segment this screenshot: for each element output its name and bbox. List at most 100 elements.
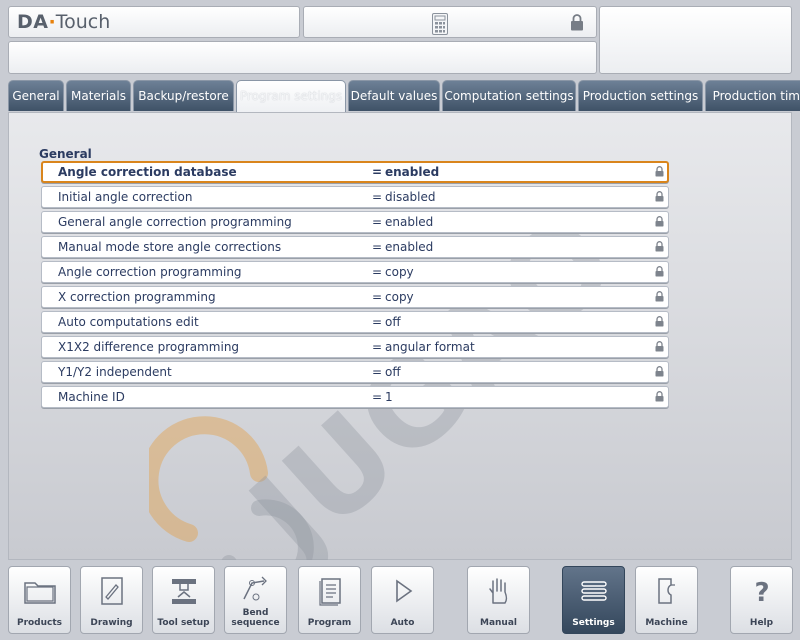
help-button[interactable]: ? Help (730, 566, 793, 634)
setting-equals: = (372, 190, 383, 204)
tab-production-time[interactable]: Production time (705, 80, 800, 111)
logo-touch-text: Touch (55, 11, 111, 33)
products-button[interactable]: Products (8, 566, 71, 634)
setting-row[interactable]: General angle correction programming = ena… (41, 211, 669, 233)
setting-value[interactable]: copy (385, 265, 414, 279)
machine-button[interactable]: Machine (635, 566, 698, 634)
setting-row[interactable]: Angle correction programming = copy (41, 261, 669, 283)
folder-icon (9, 575, 70, 611)
setting-equals: = (372, 240, 383, 254)
message-bar (8, 41, 597, 74)
tab-computation-settings[interactable]: Computation settings (442, 80, 576, 111)
drawing-button[interactable]: Drawing (80, 566, 143, 634)
main-toolbar: Products Drawing Tool setup Bend sequence… (0, 560, 800, 640)
setting-name: Angle correction database (58, 165, 237, 179)
help-label: Help (749, 618, 774, 628)
logo-da-text: DA (17, 11, 49, 33)
setting-value[interactable]: enabled (385, 165, 439, 179)
svg-text:?: ? (754, 578, 769, 607)
setting-equals: = (372, 215, 383, 229)
machine-icon (636, 575, 697, 611)
setting-name: Machine ID (58, 390, 125, 404)
bend-sequence-label: Bend sequence (231, 608, 280, 628)
tool-setup-label: Tool setup (157, 618, 210, 628)
lock-icon[interactable] (570, 14, 584, 35)
lock-icon (655, 191, 664, 205)
setting-value[interactable]: off (385, 315, 401, 329)
program-icon (299, 575, 360, 611)
status-panel (303, 6, 597, 38)
bend-sequence-button[interactable]: Bend sequence (224, 566, 287, 634)
setting-value[interactable]: angular format (385, 340, 475, 354)
play-icon (372, 575, 433, 611)
setting-value[interactable]: disabled (385, 190, 436, 204)
calculator-icon[interactable] (432, 13, 448, 39)
tab-backup-restore[interactable]: Backup/restore (133, 80, 234, 111)
question-icon: ? (731, 575, 792, 611)
program-button[interactable]: Program (298, 566, 361, 634)
settings-list-icon (563, 575, 624, 611)
setting-value[interactable]: enabled (385, 215, 433, 229)
manual-label: Manual (479, 618, 517, 628)
section-title-general: General (39, 147, 92, 161)
program-settings-panel: JUGAO General Angle correction database =… (8, 112, 792, 596)
setting-row[interactable]: Y1/Y2 independent = off (41, 361, 669, 383)
settings-button[interactable]: Settings (562, 566, 625, 634)
lock-icon (655, 216, 664, 230)
setting-name: X correction programming (58, 290, 216, 304)
setting-row[interactable]: Manual mode store angle corrections = enab… (41, 236, 669, 258)
settings-list: Angle correction database = enabled Initial… (41, 161, 669, 411)
tab-default-values[interactable]: Default values (348, 80, 440, 111)
setting-value[interactable]: off (385, 365, 401, 379)
setting-equals: = (372, 290, 383, 304)
lock-icon (655, 366, 664, 380)
info-panel (599, 6, 792, 74)
lock-icon (655, 166, 664, 180)
setting-row[interactable]: Initial angle correction = disabled (41, 186, 669, 208)
setting-equals: = (372, 390, 383, 404)
lock-icon (655, 391, 664, 405)
lock-icon (655, 341, 664, 355)
tab-general[interactable]: General (8, 80, 64, 111)
logo-dot: · (48, 11, 56, 33)
setting-value[interactable]: 1 (385, 390, 393, 404)
settings-tabs: General Materials Backup/restore Program… (8, 80, 800, 112)
manual-button[interactable]: Manual (467, 566, 530, 634)
setting-row[interactable]: Machine ID = 1 (41, 386, 669, 408)
auto-label: Auto (390, 618, 415, 628)
tool-setup-button[interactable]: Tool setup (152, 566, 215, 634)
setting-name: Initial angle correction (58, 190, 193, 204)
setting-name: Auto computations edit (58, 315, 199, 329)
program-label: Program (307, 618, 352, 628)
lock-icon (655, 266, 664, 280)
setting-equals: = (372, 265, 383, 279)
tab-program-settings[interactable]: Program settings (236, 80, 346, 112)
setting-row[interactable]: X correction programming = copy (41, 286, 669, 308)
setting-value[interactable]: copy (385, 290, 414, 304)
machine-label: Machine (645, 618, 688, 628)
drawing-icon (81, 575, 142, 611)
setting-equals: = (372, 315, 383, 329)
lock-icon (655, 241, 664, 255)
setting-name: X1X2 difference programming (58, 340, 240, 354)
auto-button[interactable]: Auto (371, 566, 434, 634)
setting-equals: = (372, 165, 383, 179)
setting-row[interactable]: Angle correction database = enabled (41, 161, 669, 183)
da-touch-logo: DA·Touch (17, 11, 110, 33)
lock-icon (655, 291, 664, 305)
drawing-label: Drawing (90, 618, 133, 628)
setting-name: Manual mode store angle corrections (58, 240, 282, 254)
setting-name: Angle correction programming (58, 265, 242, 279)
bend-sequence-icon (225, 575, 286, 611)
tool-setup-icon (153, 575, 214, 611)
settings-label: Settings (572, 618, 615, 628)
tab-production-settings[interactable]: Production settings (578, 80, 703, 111)
setting-row[interactable]: Auto computations edit = off (41, 311, 669, 333)
setting-equals: = (372, 365, 383, 379)
lock-icon (655, 316, 664, 330)
setting-value[interactable]: enabled (385, 240, 433, 254)
tab-materials[interactable]: Materials (66, 80, 131, 111)
setting-name: Y1/Y2 independent (58, 365, 172, 379)
setting-name: General angle correction programming (58, 215, 292, 229)
setting-row[interactable]: X1X2 difference programming = angular form… (41, 336, 669, 358)
